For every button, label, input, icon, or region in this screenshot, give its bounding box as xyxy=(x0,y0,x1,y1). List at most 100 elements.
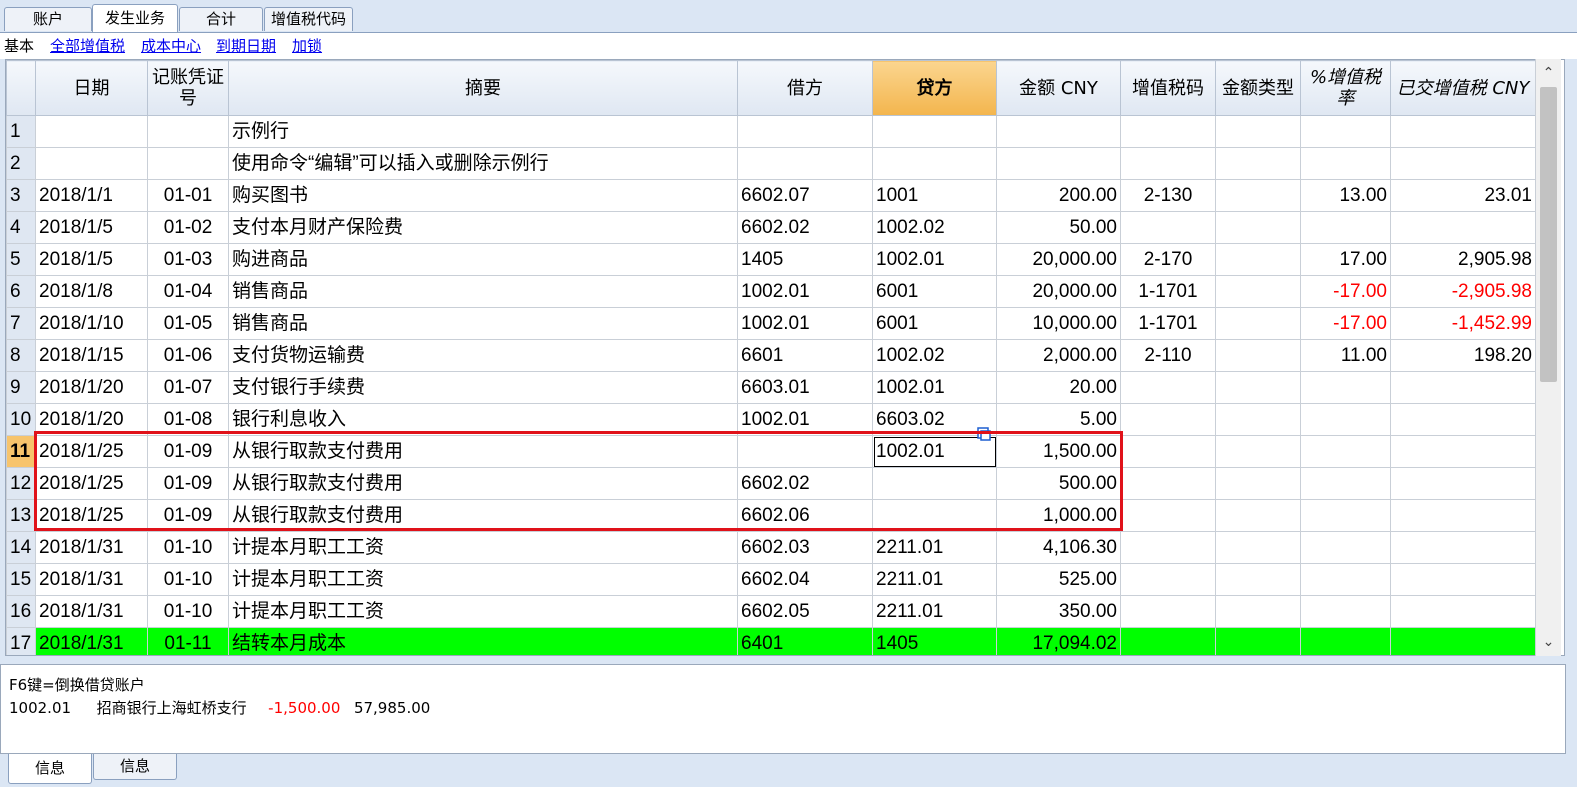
cell-vat-paid[interactable] xyxy=(1390,467,1536,500)
table-row[interactable]: 14 2018/1/31 01-10 计提本月职工工资 6602.03 2211.01 4,… xyxy=(6,531,1536,564)
cell-debit[interactable]: 6602.03 xyxy=(737,531,873,564)
cell-amount-type[interactable] xyxy=(1215,403,1301,436)
column-header-doc[interactable]: 记账凭证号 xyxy=(147,60,229,116)
cell-vat-code[interactable] xyxy=(1120,115,1216,148)
row-number[interactable]: 12 xyxy=(6,467,36,500)
cell-credit[interactable]: 2211.01 xyxy=(872,595,997,628)
cell-vat-percent[interactable] xyxy=(1300,147,1391,180)
cell-vat-code[interactable] xyxy=(1120,211,1216,244)
cell-amount[interactable]: 200.00 xyxy=(996,179,1121,212)
cell-date[interactable]: 2018/1/1 xyxy=(35,179,148,212)
cell-amount-type[interactable] xyxy=(1215,371,1301,404)
cell-amount[interactable]: 1,500.00 xyxy=(996,435,1121,468)
row-number[interactable]: 15 xyxy=(6,563,36,596)
row-number[interactable]: 9 xyxy=(6,371,36,404)
cell-description[interactable]: 销售商品 xyxy=(228,307,738,340)
cell-credit[interactable]: 2211.01 xyxy=(872,563,997,596)
cell-vat-code[interactable] xyxy=(1120,435,1216,468)
cell-debit[interactable]: 6602.02 xyxy=(737,211,873,244)
cell-doc[interactable]: 01-05 xyxy=(147,307,229,340)
cell-date[interactable]: 2018/1/31 xyxy=(35,531,148,564)
cell-amount-type[interactable] xyxy=(1215,115,1301,148)
cell-debit[interactable]: 6602.02 xyxy=(737,467,873,500)
row-number[interactable]: 13 xyxy=(6,499,36,532)
cell-doc[interactable]: 01-11 xyxy=(147,627,229,655)
cell-date[interactable]: 2018/1/31 xyxy=(35,595,148,628)
cell-vat-code[interactable] xyxy=(1120,563,1216,596)
cell-vat-code[interactable]: 1-1701 xyxy=(1120,275,1216,308)
column-header-vat-percent[interactable]: %增值税率 xyxy=(1300,60,1391,116)
table-row[interactable]: 6 2018/1/8 01-04 销售商品 1002.01 6001 20,000.00 1-… xyxy=(6,275,1536,308)
cell-amount[interactable]: 1,000.00 xyxy=(996,499,1121,532)
cell-amount-type[interactable] xyxy=(1215,595,1301,628)
cell-amount[interactable]: 20,000.00 xyxy=(996,243,1121,276)
note-icon[interactable] xyxy=(977,427,991,441)
column-header-date[interactable]: 日期 xyxy=(35,60,148,116)
cell-vat-paid[interactable]: 198.20 xyxy=(1390,339,1536,372)
cell-credit[interactable] xyxy=(872,467,997,500)
cell-description[interactable]: 结转本月成本 xyxy=(228,627,738,655)
table-row[interactable]: 7 2018/1/10 01-05 销售商品 1002.01 6001 10,000.00 1… xyxy=(6,307,1536,340)
cell-amount[interactable] xyxy=(996,147,1121,180)
cell-vat-paid[interactable]: -2,905.98 xyxy=(1390,275,1536,308)
cell-vat-percent[interactable] xyxy=(1300,211,1391,244)
tab-vat-codes[interactable]: 增值税代码 xyxy=(264,7,353,31)
cell-debit[interactable]: 6601 xyxy=(737,339,873,372)
table-row[interactable]: 17 2018/1/31 01-11 结转本月成本 6401 1405 17,094.02 xyxy=(6,627,1536,655)
cell-date[interactable]: 2018/1/15 xyxy=(35,339,148,372)
cell-credit[interactable]: 1002.02 xyxy=(872,339,997,372)
cell-vat-percent[interactable] xyxy=(1300,595,1391,628)
cell-credit[interactable] xyxy=(872,147,997,180)
cell-amount-type[interactable] xyxy=(1215,627,1301,655)
cell-vat-code[interactable] xyxy=(1120,499,1216,532)
cell-date[interactable] xyxy=(35,115,148,148)
cell-credit[interactable]: 6001 xyxy=(872,275,997,308)
cell-amount-type[interactable] xyxy=(1215,307,1301,340)
cell-description[interactable]: 购进商品 xyxy=(228,243,738,276)
cell-vat-percent[interactable] xyxy=(1300,563,1391,596)
cell-amount[interactable] xyxy=(996,115,1121,148)
row-number[interactable]: 10 xyxy=(6,403,36,436)
cell-vat-percent[interactable] xyxy=(1300,531,1391,564)
cell-vat-paid[interactable] xyxy=(1390,371,1536,404)
row-number[interactable]: 6 xyxy=(6,275,36,308)
cell-debit[interactable]: 6401 xyxy=(737,627,873,655)
cell-amount[interactable]: 525.00 xyxy=(996,563,1121,596)
cell-amount-type[interactable] xyxy=(1215,435,1301,468)
cell-date[interactable]: 2018/1/25 xyxy=(35,499,148,532)
table-row[interactable]: 9 2018/1/20 01-07 支付银行手续费 6603.01 1002.01 20.0… xyxy=(6,371,1536,404)
cell-doc[interactable]: 01-10 xyxy=(147,531,229,564)
cell-vat-percent[interactable]: 13.00 xyxy=(1300,179,1391,212)
row-number[interactable]: 8 xyxy=(6,339,36,372)
row-number[interactable]: 4 xyxy=(6,211,36,244)
cell-amount-type[interactable] xyxy=(1215,243,1301,276)
cell-vat-paid[interactable] xyxy=(1390,211,1536,244)
cell-description[interactable]: 银行利息收入 xyxy=(228,403,738,436)
cell-vat-percent[interactable] xyxy=(1300,627,1391,655)
cell-vat-code[interactable] xyxy=(1120,147,1216,180)
cell-vat-code[interactable]: 2-110 xyxy=(1120,339,1216,372)
cell-credit[interactable]: 1002.01 xyxy=(872,243,997,276)
cell-debit[interactable]: 6603.01 xyxy=(737,371,873,404)
tab-accounts[interactable]: 账户 xyxy=(4,7,92,31)
table-row[interactable]: 16 2018/1/31 01-10 计提本月职工工资 6602.05 2211.01 35… xyxy=(6,595,1536,628)
cell-amount-type[interactable] xyxy=(1215,499,1301,532)
cell-vat-code[interactable] xyxy=(1120,595,1216,628)
cell-vat-code[interactable]: 2-130 xyxy=(1120,179,1216,212)
cell-vat-percent[interactable] xyxy=(1300,435,1391,468)
cell-description[interactable]: 示例行 xyxy=(228,115,738,148)
table-row[interactable]: 8 2018/1/15 01-06 支付货物运输费 6601 1002.02 2,000.0… xyxy=(6,339,1536,372)
cell-debit[interactable]: 1405 xyxy=(737,243,873,276)
cell-debit[interactable]: 1002.01 xyxy=(737,275,873,308)
cell-doc[interactable]: 01-09 xyxy=(147,467,229,500)
cell-credit[interactable]: 1002.01 xyxy=(872,371,997,404)
cell-vat-code[interactable]: 2-170 xyxy=(1120,243,1216,276)
cell-vat-paid[interactable] xyxy=(1390,435,1536,468)
cell-vat-paid[interactable]: 2,905.98 xyxy=(1390,243,1536,276)
view-cost-center-link[interactable]: 成本中心 xyxy=(141,33,201,59)
cell-debit[interactable]: 6602.04 xyxy=(737,563,873,596)
cell-date[interactable]: 2018/1/20 xyxy=(35,403,148,436)
column-header-amount[interactable]: 金额 CNY xyxy=(996,60,1121,116)
cell-vat-paid[interactable] xyxy=(1390,147,1536,180)
tab-transactions[interactable]: 发生业务 xyxy=(92,4,178,32)
